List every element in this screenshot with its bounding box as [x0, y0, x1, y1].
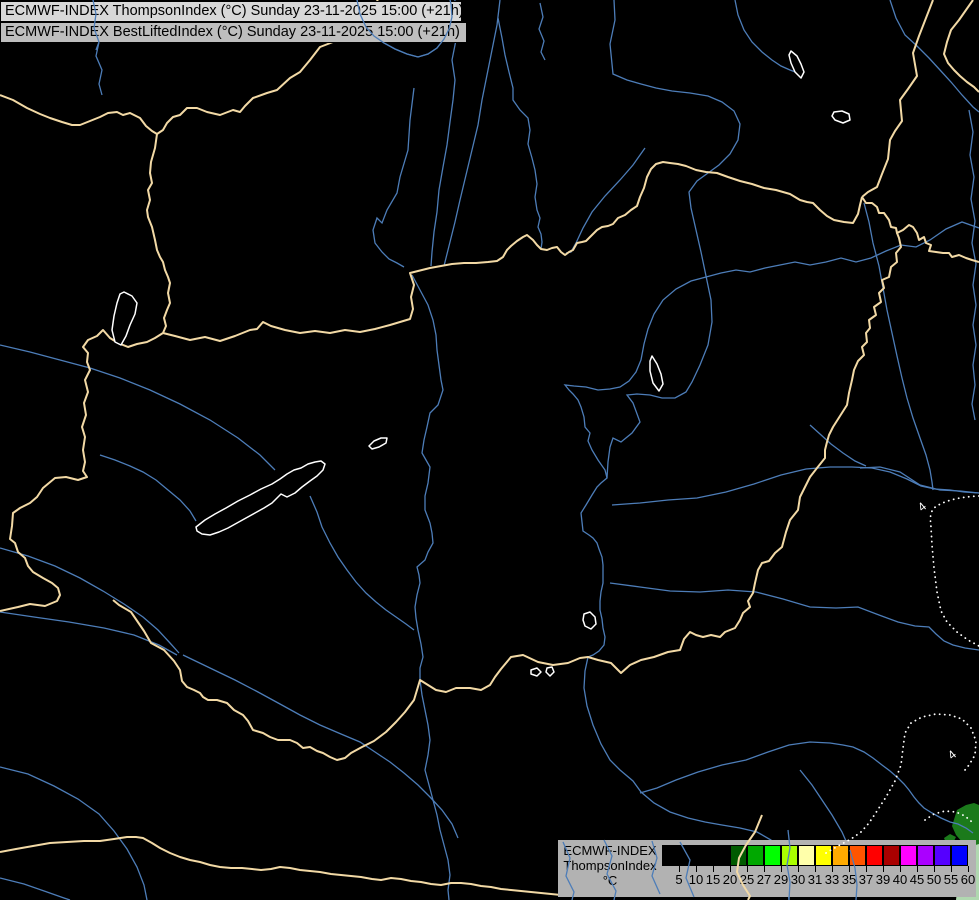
legend-color-box — [900, 845, 917, 866]
legend-tick-label: 60 — [956, 872, 979, 887]
map-svg: 4 4 — [0, 0, 979, 900]
titlebar-best-lifted-index-text: ECMWF-INDEX BestLiftedIndex (°C) Sunday … — [5, 24, 460, 40]
legend-color-box — [764, 845, 781, 866]
legend-color-box — [781, 845, 798, 866]
titlebar-thompson-index: ECMWF-INDEX ThompsonIndex (°C) Sunday 23… — [0, 1, 462, 22]
titlebar-best-lifted-index: ECMWF-INDEX BestLiftedIndex (°C) Sunday … — [0, 22, 467, 43]
legend-unit-label: °C — [558, 873, 662, 888]
legend-color-box — [951, 845, 968, 866]
legend-color-box — [832, 845, 849, 866]
legend-color-box — [815, 845, 832, 866]
legend-title: ECMWF-INDEX ThompsonIndex °C — [558, 843, 662, 888]
titlebar-thompson-index-text: ECMWF-INDEX ThompsonIndex (°C) Sunday 23… — [5, 3, 462, 19]
legend-color-box — [696, 845, 713, 866]
legend-title-line2: ThompsonIndex — [558, 858, 662, 873]
map-background — [0, 0, 979, 900]
legend-color-box — [798, 845, 815, 866]
legend-color-box — [713, 845, 730, 866]
legend-color-box — [917, 845, 934, 866]
legend-color-box — [883, 845, 900, 866]
legend-color-box — [662, 845, 679, 866]
legend-color-box — [849, 845, 866, 866]
legend-color-box — [730, 845, 747, 866]
legend-title-line1: ECMWF-INDEX — [558, 843, 662, 858]
weather-map-viewport: 4 4 ECMWF-INDEX ThompsonIndex (°C) Sunda… — [0, 0, 979, 900]
legend-color-box — [679, 845, 696, 866]
legend-color-box — [866, 845, 883, 866]
legend-content: ECMWF-INDEX ThompsonIndex °C 51015202527… — [558, 840, 976, 897]
legend-color-box — [747, 845, 764, 866]
legend-panel: ECMWF-INDEX ThompsonIndex °C 51015202527… — [558, 840, 976, 897]
legend-color-box — [934, 845, 951, 866]
